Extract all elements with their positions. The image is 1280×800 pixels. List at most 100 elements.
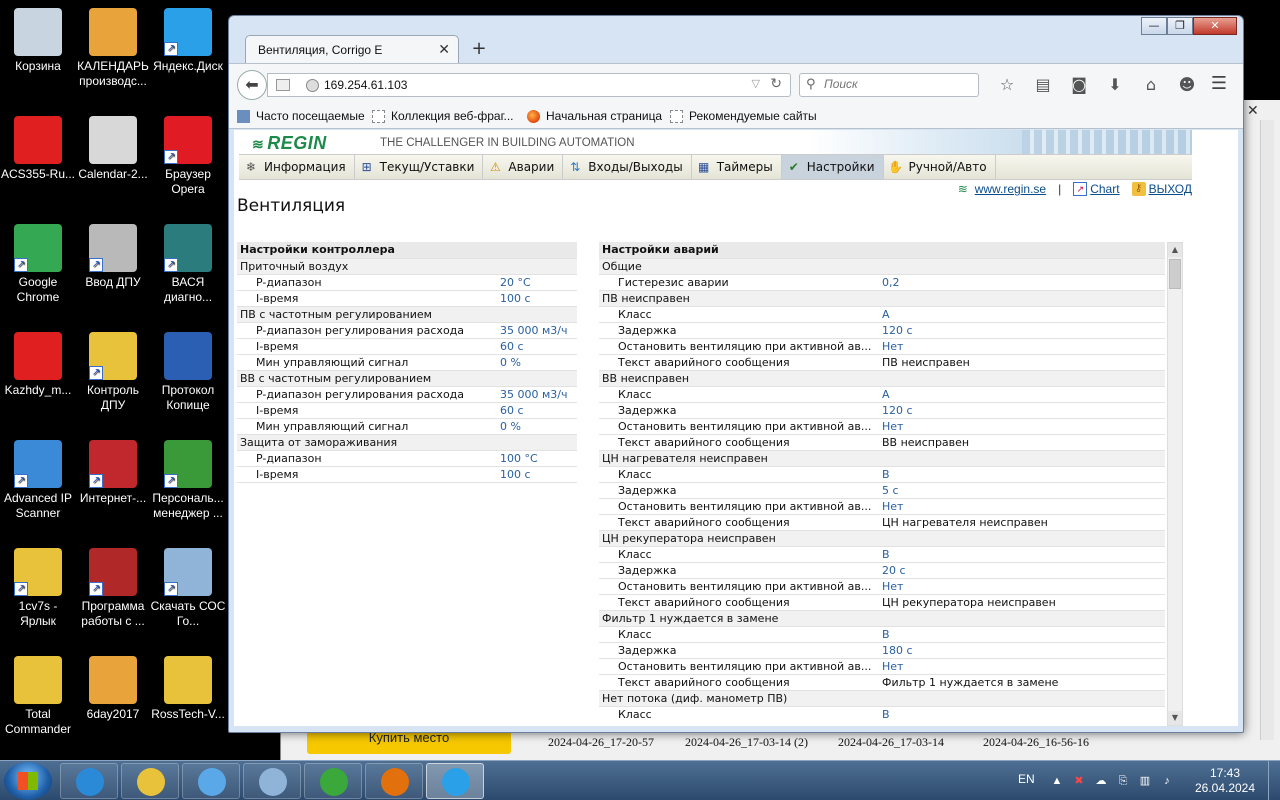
setting-value[interactable]: Фильтр 1 нуждается в замене <box>879 674 1165 691</box>
file-item[interactable]: 2024-04-26_16-56-16 <box>983 735 1089 750</box>
bookmark-star-icon[interactable]: ☆ <box>989 73 1025 97</box>
logout-link[interactable]: ВЫХОД <box>1149 182 1192 196</box>
setting-value[interactable]: B <box>879 466 1165 483</box>
bookmark-item[interactable]: Рекомендуемые сайты <box>670 109 817 123</box>
scroll-thumb[interactable] <box>1169 259 1181 289</box>
network-icon[interactable]: ▥ <box>1138 774 1152 788</box>
tab-active[interactable]: Вентиляция, Corrigo E ✕ <box>245 35 459 63</box>
reading-list-icon[interactable]: ▤ <box>1025 73 1061 97</box>
show-desktop-button[interactable] <box>1268 761 1280 800</box>
volume-icon[interactable]: ♪ <box>1160 774 1174 788</box>
setting-value[interactable]: ЦН нагревателя неисправен <box>879 514 1165 531</box>
setting-value[interactable]: 100 с <box>497 466 577 483</box>
tray-expand-icon[interactable]: ▲ <box>1050 774 1064 788</box>
regin-site-link[interactable]: www.regin.se <box>975 182 1046 196</box>
file-item[interactable]: 2024-04-26_17-03-14 (2) <box>685 735 808 750</box>
pocket-icon[interactable]: ◙ <box>1061 73 1097 97</box>
bookmark-item[interactable]: Начальная страница <box>527 109 662 123</box>
setting-value[interactable]: B <box>879 706 1165 722</box>
setting-value[interactable]: B <box>879 546 1165 563</box>
taskbar-button-yandex-disk[interactable] <box>426 763 484 799</box>
setting-value[interactable]: Нет <box>879 498 1165 515</box>
home-icon[interactable]: ⌂ <box>1133 73 1169 97</box>
start-button[interactable] <box>4 762 52 800</box>
close-icon[interactable]: ✕ <box>1247 104 1261 118</box>
desktop-icon[interactable]: Total Commander <box>0 656 76 737</box>
tray-usb-icon[interactable]: ⎘ <box>1116 774 1130 788</box>
setting-value[interactable]: 5 с <box>879 482 1165 499</box>
setting-value[interactable]: 100 с <box>497 290 577 307</box>
desktop-icon[interactable]: ↗ Контроль ДПУ <box>75 332 151 413</box>
menu-item[interactable]: ⚠ Аварии <box>483 155 564 179</box>
tray-disk-icon[interactable]: ☁ <box>1094 774 1108 788</box>
setting-value[interactable]: 20 °C <box>497 274 577 291</box>
scrollbar[interactable] <box>1260 120 1274 740</box>
desktop-icon[interactable]: ↗ Персональ... менеджер ... <box>150 440 226 521</box>
setting-value[interactable]: ЦН рекуператора неисправен <box>879 594 1165 611</box>
close-tab-icon[interactable]: ✕ <box>438 41 450 58</box>
search-input[interactable] <box>824 77 974 91</box>
setting-value[interactable]: 35 000 м3/ч <box>497 322 577 339</box>
desktop-icon[interactable]: Kazhdy_m... <box>0 332 76 398</box>
desktop-icon[interactable]: Calendar-2... <box>75 116 151 182</box>
scroll-down-icon[interactable]: ▼ <box>1168 711 1182 725</box>
setting-value[interactable]: 60 с <box>497 402 577 419</box>
setting-value[interactable]: 60 с <box>497 338 577 355</box>
desktop-icon[interactable]: 6day2017 <box>75 656 151 722</box>
maximize-button[interactable]: ❐ <box>1167 17 1193 35</box>
desktop-icon[interactable]: ↗ Программа работы с ... <box>75 548 151 629</box>
setting-value[interactable]: Нет <box>879 658 1165 675</box>
back-button[interactable]: ⬅ <box>237 70 267 100</box>
setting-value[interactable]: Нет <box>879 418 1165 435</box>
setting-value[interactable]: A <box>879 386 1165 403</box>
setting-value[interactable]: 35 000 м3/ч <box>497 386 577 403</box>
tray-app-icon[interactable]: ✖ <box>1072 774 1086 788</box>
url-text[interactable]: 169.254.61.103 <box>324 78 407 92</box>
file-item[interactable]: 2024-04-26_17-03-14 <box>838 735 944 750</box>
bookmark-item[interactable]: Часто посещаемые <box>237 109 365 123</box>
setting-value[interactable]: 120 с <box>879 322 1165 339</box>
setting-value[interactable]: 0,2 <box>879 274 1165 291</box>
menu-item[interactable]: ✔ Настройки <box>781 155 884 179</box>
clock[interactable]: 17:43 26.04.2024 <box>1190 766 1260 796</box>
setting-value[interactable]: 180 с <box>879 642 1165 659</box>
menu-item[interactable]: ▦ Таймеры <box>692 155 782 179</box>
page-info-icon[interactable] <box>276 79 290 91</box>
chat-icon[interactable]: ☻ <box>1169 73 1205 97</box>
taskbar-button-internet-explorer[interactable] <box>60 763 118 799</box>
desktop-icon[interactable]: ↗ Интернет-... <box>75 440 151 506</box>
desktop-icon[interactable]: ↗ Advanced IP Scanner <box>0 440 76 521</box>
chart-link[interactable]: Chart <box>1090 182 1119 196</box>
hamburger-menu-icon[interactable]: ☰ <box>1207 73 1231 97</box>
desktop-icon[interactable]: ↗ ВАСЯ диагно... <box>150 224 226 305</box>
taskbar-button-network-tool[interactable] <box>243 763 301 799</box>
desktop-icon[interactable]: ↗ 1cv7s - Ярлык <box>0 548 76 629</box>
desktop-icon[interactable]: Корзина <box>0 8 76 74</box>
setting-value[interactable]: 120 с <box>879 402 1165 419</box>
setting-value[interactable]: ПВ неисправен <box>879 354 1165 371</box>
file-item[interactable]: 2024-04-26_17-20-57 <box>548 735 654 750</box>
setting-value[interactable]: 100 °C <box>497 450 577 467</box>
download-icon[interactable]: ⬇ <box>1097 73 1133 97</box>
search-bar[interactable]: ⚲ <box>799 73 979 97</box>
setting-value[interactable]: B <box>879 626 1165 643</box>
desktop-icon[interactable]: RossTech-V... <box>150 656 226 722</box>
desktop-icon[interactable]: ↗ Ввод ДПУ <box>75 224 151 290</box>
setting-value[interactable]: A <box>879 306 1165 323</box>
desktop-icon[interactable]: Протокол Копище <box>150 332 226 413</box>
minimize-button[interactable]: — <box>1141 17 1167 35</box>
desktop-icon[interactable]: ACS355-Ru... <box>0 116 76 182</box>
language-indicator[interactable]: EN <box>1018 772 1035 786</box>
taskbar-button-firefox[interactable] <box>365 763 423 799</box>
setting-value[interactable]: Нет <box>879 338 1165 355</box>
setting-value[interactable]: 0 % <box>497 418 577 435</box>
menu-item[interactable]: ❄ Информация <box>239 155 355 179</box>
bookmark-item[interactable]: Коллекция веб-фраг... <box>372 109 514 123</box>
menu-item[interactable]: ✋ Ручной/Авто <box>884 155 996 179</box>
menu-item[interactable]: ⊞ Текущ/Уставки <box>355 155 484 179</box>
alarm-scrollbar[interactable]: ▲ ▼ <box>1167 242 1183 726</box>
desktop-icon[interactable]: ↗ Скачать СОС Го... <box>150 548 226 629</box>
reload-icon[interactable]: ↻ <box>770 76 782 92</box>
desktop-icon[interactable]: ↗ Google Chrome <box>0 224 76 305</box>
desktop-icon[interactable]: КАЛЕНДАРЬ производс... <box>75 8 151 89</box>
